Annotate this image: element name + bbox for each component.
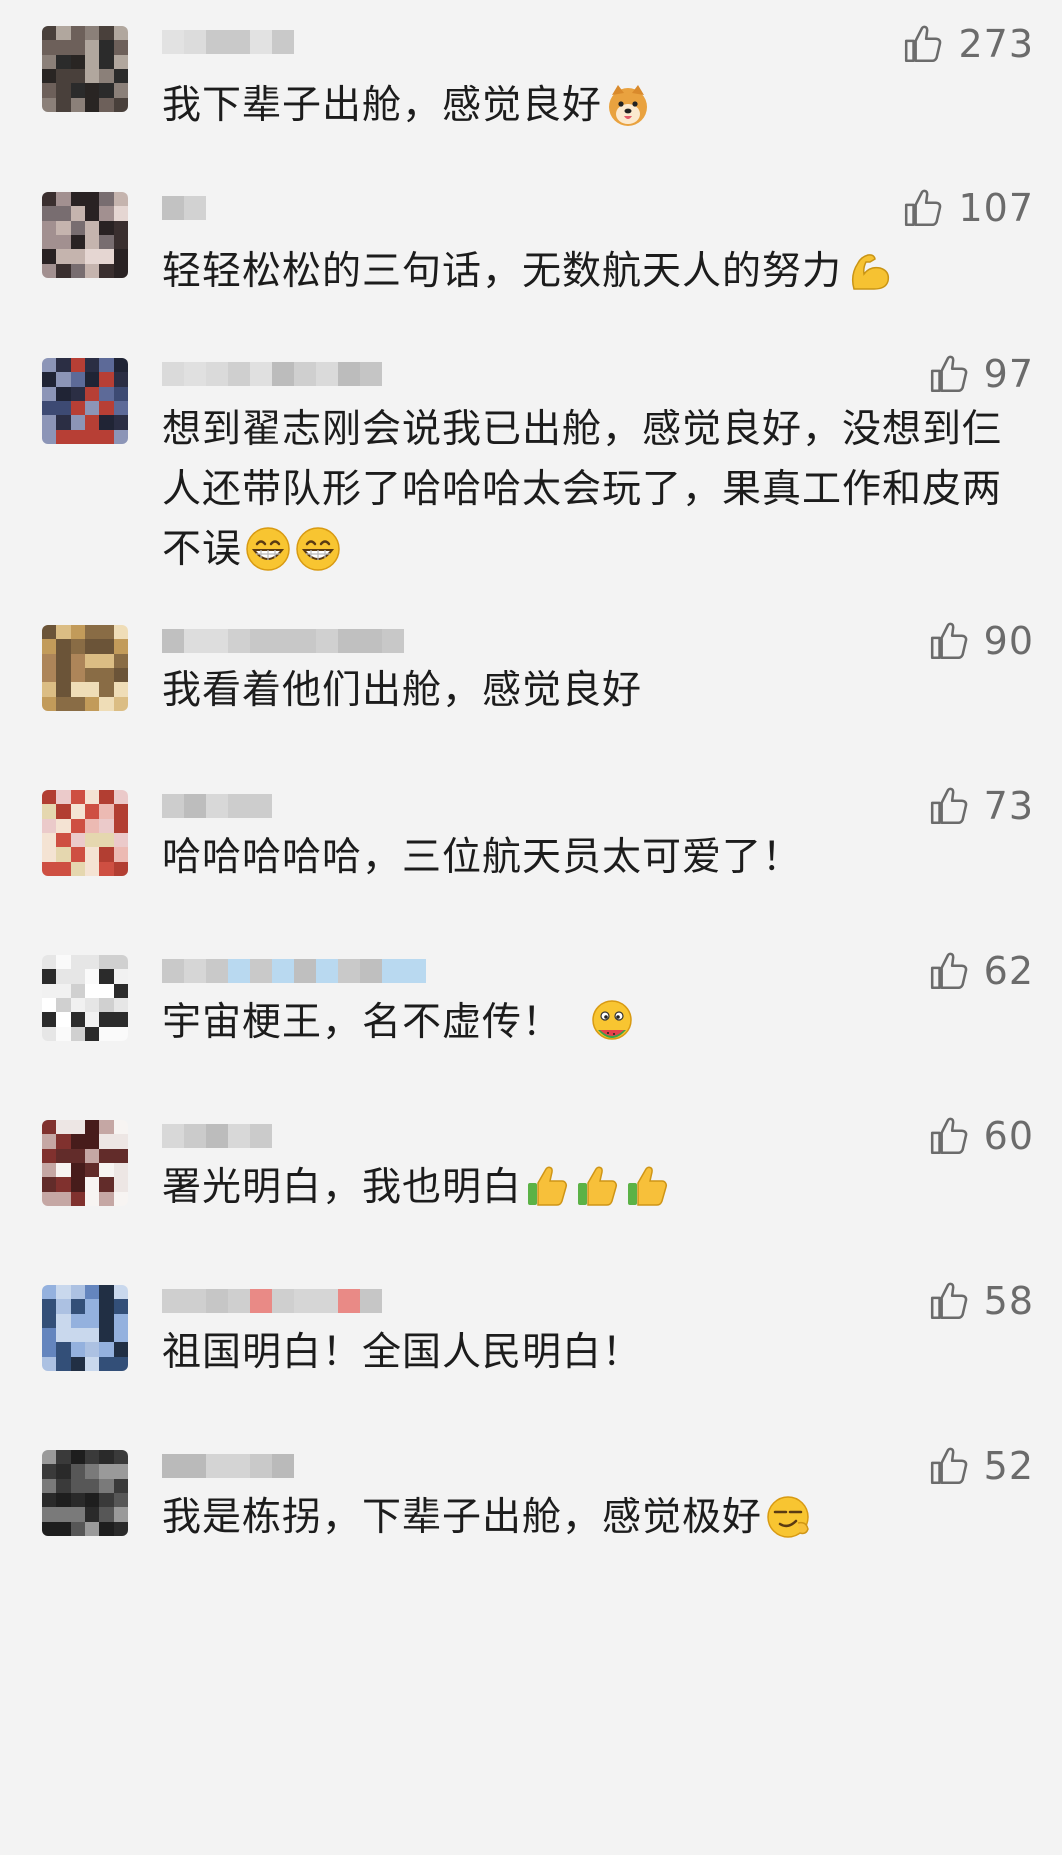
comment-text: 署光明白，我也明白 bbox=[162, 1158, 1022, 1218]
smirking-face-emoji bbox=[767, 1495, 809, 1538]
username-blurred[interactable] bbox=[162, 30, 294, 56]
comment-body: 轻轻松松的三句话，无数航天人的努力 bbox=[162, 249, 843, 294]
thumbs-up-icon bbox=[930, 787, 967, 825]
like-button[interactable]: 273 bbox=[902, 22, 1034, 66]
avatar[interactable] bbox=[42, 790, 128, 876]
username-blurred[interactable] bbox=[162, 794, 272, 820]
avatar[interactable] bbox=[42, 1450, 128, 1536]
like-count: 58 bbox=[983, 1279, 1034, 1323]
thumbs-up-emoji bbox=[528, 1166, 568, 1206]
comment-text: 祖国明白！全国人民明白！ bbox=[162, 1323, 1022, 1383]
doge-emoji bbox=[609, 84, 648, 126]
username-blurred[interactable] bbox=[162, 1289, 382, 1315]
comment-body: 祖国明白！全国人民明白！ bbox=[162, 1330, 643, 1375]
thumbs-up-emoji bbox=[578, 1166, 618, 1206]
comment-body: 我看着他们出舱，感觉良好 bbox=[162, 668, 643, 713]
username-blurred[interactable] bbox=[162, 362, 382, 388]
like-count: 107 bbox=[958, 186, 1034, 230]
thumbs-up-icon bbox=[930, 1282, 967, 1320]
comment-text: 我是栋拐，下辈子出舱，感觉极好 bbox=[162, 1488, 1022, 1548]
thumbs-up-icon bbox=[930, 355, 967, 393]
thumbs-up-icon bbox=[930, 622, 967, 660]
avatar[interactable] bbox=[42, 1285, 128, 1371]
username-blurred[interactable] bbox=[162, 1454, 294, 1480]
like-button[interactable]: 97 bbox=[928, 352, 1034, 396]
like-button[interactable]: 52 bbox=[928, 1444, 1034, 1488]
avatar[interactable] bbox=[42, 358, 128, 444]
avatar[interactable] bbox=[42, 625, 128, 711]
username-blurred[interactable] bbox=[162, 629, 404, 655]
like-button[interactable]: 62 bbox=[928, 949, 1034, 993]
like-count: 60 bbox=[983, 1114, 1034, 1158]
comment-text: 我看着他们出舱，感觉良好 bbox=[162, 661, 1022, 721]
comment-body: 我是栋拐，下辈子出舱，感觉极好 bbox=[162, 1495, 763, 1540]
comment-body: 署光明白，我也明白 bbox=[162, 1165, 523, 1210]
username-blurred[interactable] bbox=[162, 1124, 272, 1150]
comment-text: 我下辈子出舱，感觉良好 bbox=[162, 76, 1022, 136]
avatar[interactable] bbox=[42, 192, 128, 278]
like-button[interactable]: 107 bbox=[902, 186, 1034, 230]
comment-text: 宇宙梗王，名不虚传！ bbox=[162, 993, 1022, 1053]
like-count: 73 bbox=[983, 784, 1034, 828]
avatar[interactable] bbox=[42, 1120, 128, 1206]
like-count: 97 bbox=[983, 352, 1034, 396]
comment-body: 宇宙梗王，名不虚传！ bbox=[162, 1000, 563, 1045]
melon-eating-face-emoji bbox=[592, 999, 632, 1040]
like-button[interactable]: 90 bbox=[928, 619, 1034, 663]
thumbs-up-icon bbox=[905, 189, 942, 227]
comment-text: 哈哈哈哈哈，三位航天员太可爱了！ bbox=[162, 828, 1022, 888]
thumbs-up-icon bbox=[930, 1447, 967, 1485]
comment-body: 哈哈哈哈哈，三位航天员太可爱了！ bbox=[162, 835, 803, 880]
like-count: 52 bbox=[983, 1444, 1034, 1488]
like-count: 62 bbox=[983, 949, 1034, 993]
like-count: 273 bbox=[958, 22, 1034, 66]
thumbs-up-icon bbox=[930, 1117, 967, 1155]
avatar[interactable] bbox=[42, 955, 128, 1041]
grinning-face-emoji bbox=[246, 526, 290, 571]
comment-text: 想到翟志刚会说我已出舱，感觉良好，没想到仨人还带队形了哈哈哈太会玩了，果真工作和… bbox=[162, 400, 1022, 580]
avatar[interactable] bbox=[42, 26, 128, 112]
flexed-biceps-emoji bbox=[851, 253, 890, 290]
like-button[interactable]: 73 bbox=[928, 784, 1034, 828]
username-blurred[interactable] bbox=[162, 196, 206, 222]
grinning-face-emoji bbox=[296, 526, 340, 571]
username-blurred[interactable] bbox=[162, 959, 426, 985]
thumbs-up-icon bbox=[930, 952, 967, 990]
comment-text: 轻轻松松的三句话，无数航天人的努力 bbox=[162, 242, 1022, 302]
like-button[interactable]: 58 bbox=[928, 1279, 1034, 1323]
comment-body: 我下辈子出舱，感觉良好 bbox=[162, 83, 603, 128]
thumbs-up-emoji bbox=[628, 1166, 668, 1206]
like-button[interactable]: 60 bbox=[928, 1114, 1034, 1158]
like-count: 90 bbox=[983, 619, 1034, 663]
thumbs-up-icon bbox=[905, 25, 942, 63]
